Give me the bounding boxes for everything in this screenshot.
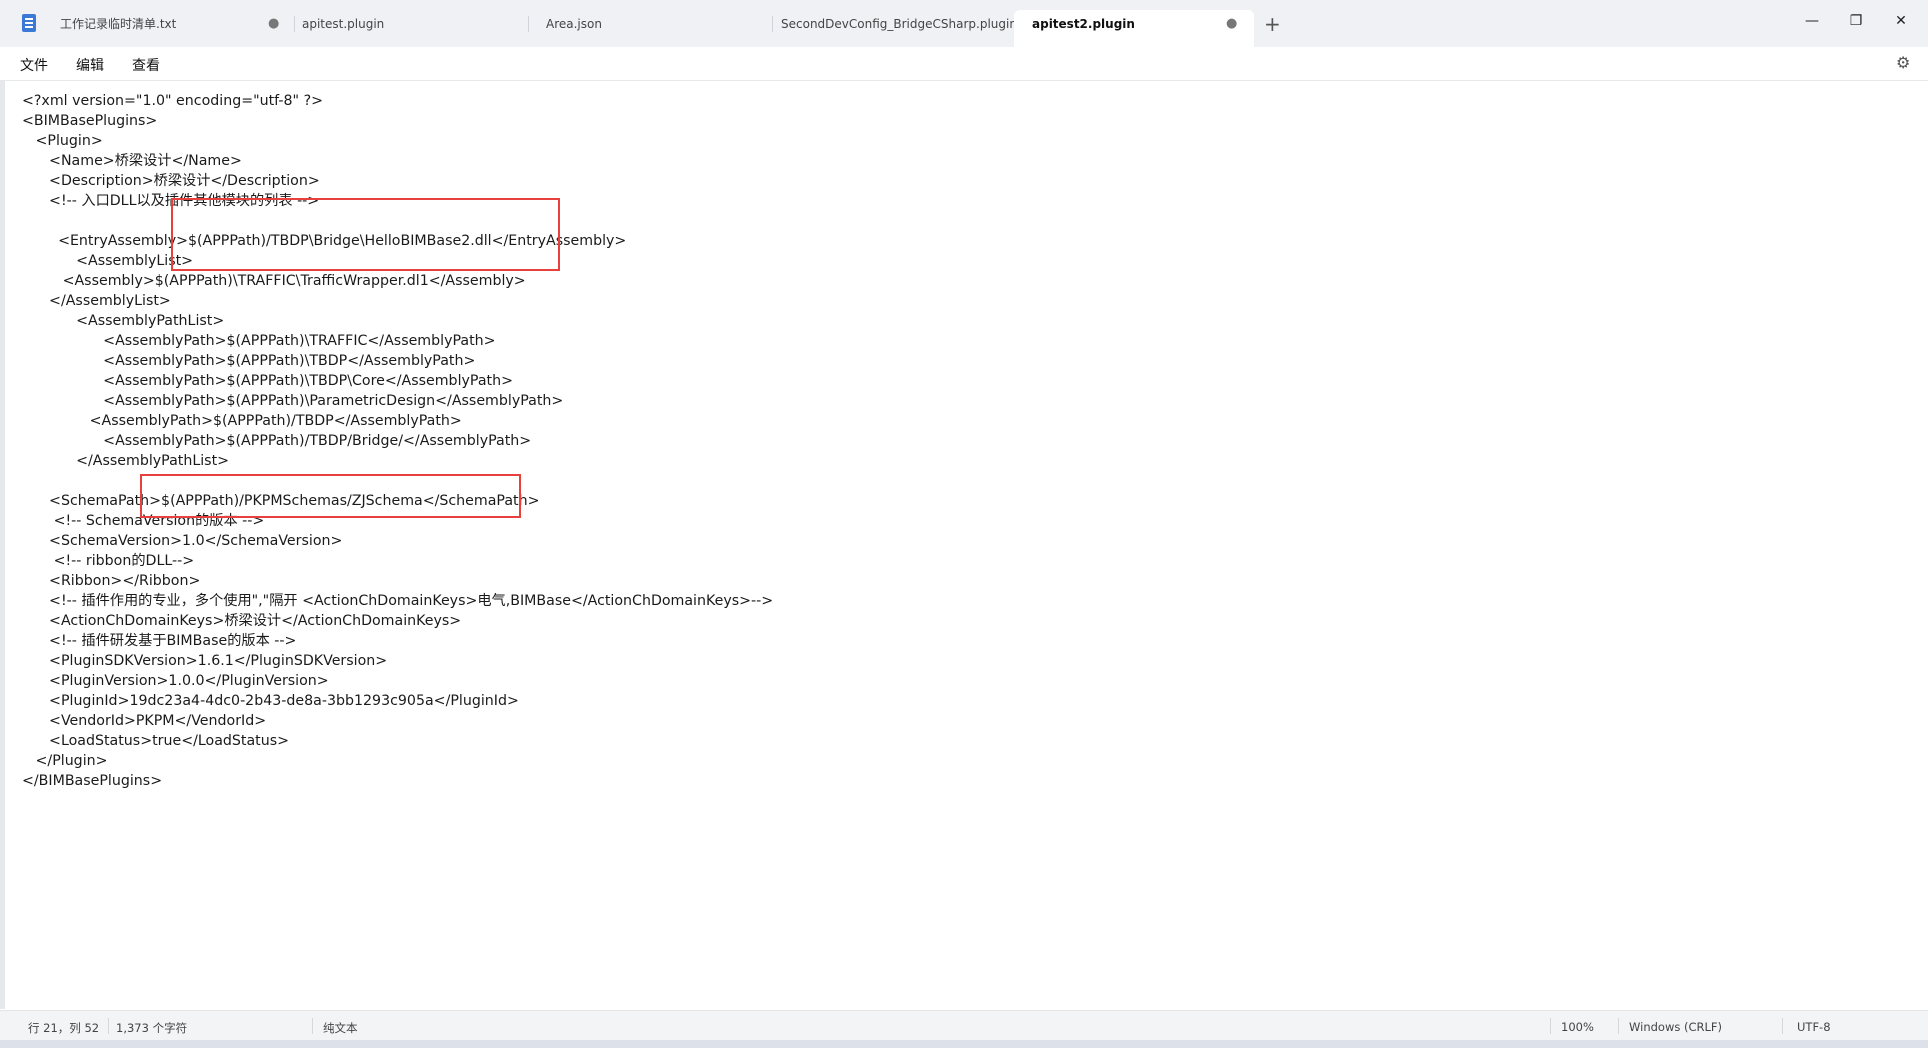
editor-line[interactable]: <Name>桥梁设计</Name> [22,151,773,171]
editor-line[interactable]: <BIMBasePlugins> [22,111,773,131]
editor-line[interactable]: <LoadStatus>true</LoadStatus> [22,731,773,751]
editor-line[interactable]: <PluginId>19dc23a4-4dc0-2b43-de8a-3bb129… [22,691,773,711]
status-divider [312,1018,313,1034]
editor-line[interactable]: </Plugin> [22,751,773,771]
line-ending[interactable]: Windows (CRLF) [1629,1020,1722,1034]
tab-seconddevconfig[interactable]: SecondDevConfig_BridgeCSharp.plugin [763,10,1017,47]
close-button[interactable]: ✕ [1886,10,1916,32]
cursor-position: 行 21，列 52 [28,1021,100,1035]
editor-line[interactable]: <VendorId>PKPM</VendorId> [22,711,773,731]
editor-line[interactable]: <AssemblyPath>$(APPPath)\TBDP</AssemblyP… [22,351,773,371]
menu-file[interactable]: 文件 [20,55,48,75]
editor-line[interactable]: <PluginSDKVersion>1.6.1</PluginSDKVersio… [22,651,773,671]
editor-line[interactable]: </AssemblyPathList> [22,451,773,471]
tab-label: apitest.plugin [302,17,385,31]
encoding[interactable]: UTF-8 [1797,1020,1831,1034]
editor-line[interactable]: <ActionChDomainKeys>桥梁设计</ActionChDomain… [22,611,773,631]
editor-line[interactable]: <Ribbon></Ribbon> [22,571,773,591]
tab-apitest2[interactable]: apitest2.plugin ● [1014,10,1254,47]
status-divider [1550,1018,1551,1034]
tab-label: 工作记录临时清单.txt [60,17,177,31]
notepad-app-icon [22,14,36,32]
menu-edit[interactable]: 编辑 [76,55,104,75]
editor-line[interactable]: <Plugin> [22,131,773,151]
tab-bar: 工作记录临时清单.txt ● apitest.plugin Area.json … [0,0,1928,47]
editor-line[interactable]: </AssemblyList> [22,291,773,311]
new-tab-button[interactable]: + [1264,12,1281,36]
status-divider [1618,1018,1619,1034]
menu-bar: 文件 编辑 查看 ⚙ [0,47,1928,81]
editor-line[interactable]: </BIMBasePlugins> [22,771,773,791]
tab-work-log[interactable]: 工作记录临时清单.txt ● [42,10,282,47]
editor-line[interactable]: <AssemblyPath>$(APPPath)\TRAFFIC</Assemb… [22,331,773,351]
zoom-level[interactable]: 100% [1561,1020,1594,1034]
unsaved-dot-icon: ● [268,16,280,31]
highlight-box-schema-path [140,474,521,518]
tab-label: SecondDevConfig_BridgeCSharp.plugin [781,17,1017,31]
editor-line[interactable]: <SchemaVersion>1.0</SchemaVersion> [22,531,773,551]
editor-line[interactable]: <!-- 插件研发基于BIMBase的版本 --> [22,631,773,651]
status-bar: 行 21，列 52 1,373 个字符 纯文本 100% Windows (CR… [0,1010,1928,1041]
editor-line[interactable]: <PluginVersion>1.0.0</PluginVersion> [22,671,773,691]
tab-label: Area.json [546,17,602,31]
taskbar-edge [0,1040,1928,1048]
editor-line[interactable]: <AssemblyPathList> [22,311,773,331]
character-count: 1,373 个字符 [116,1021,188,1035]
tab-label: apitest2.plugin [1032,17,1135,31]
editor-line[interactable]: <AssemblyPath>$(APPPath)/TBDP/Bridge/</A… [22,431,773,451]
text-editor[interactable]: <?xml version="1.0" encoding="utf-8" ?> <… [0,81,1928,1009]
editor-line[interactable]: <AssemblyPath>$(APPPath)\TBDP\Core</Asse… [22,371,773,391]
minimize-button[interactable]: — [1797,10,1827,32]
editor-content[interactable]: <?xml version="1.0" encoding="utf-8" ?> <… [22,91,773,791]
editor-line[interactable]: <!-- ribbon的DLL--> [22,551,773,571]
tab-area-json[interactable]: Area.json [528,10,768,47]
editor-line[interactable]: <AssemblyPath>$(APPPath)/TBDP</AssemblyP… [22,411,773,431]
editor-line[interactable]: <AssemblyPath>$(APPPath)\ParametricDesig… [22,391,773,411]
highlight-box-entry-assembly [171,198,560,271]
text-format[interactable]: 纯文本 [323,1020,358,1036]
status-divider [1782,1018,1783,1034]
tab-apitest[interactable]: apitest.plugin [284,10,524,47]
editor-line[interactable]: <Description>桥梁设计</Description> [22,171,773,191]
status-divider [108,1018,109,1034]
editor-line[interactable]: <!-- 插件作用的专业，多个使用","隔开 <ActionChDomainKe… [22,591,773,611]
unsaved-dot-icon: ● [1226,16,1238,31]
maximize-button[interactable]: ❐ [1841,10,1871,32]
menu-view[interactable]: 查看 [132,55,160,75]
editor-line[interactable]: <?xml version="1.0" encoding="utf-8" ?> [22,91,773,111]
editor-line[interactable]: <Assembly>$(APPPath)\TRAFFIC\TrafficWrap… [22,271,773,291]
settings-gear-icon[interactable]: ⚙ [1896,53,1910,72]
